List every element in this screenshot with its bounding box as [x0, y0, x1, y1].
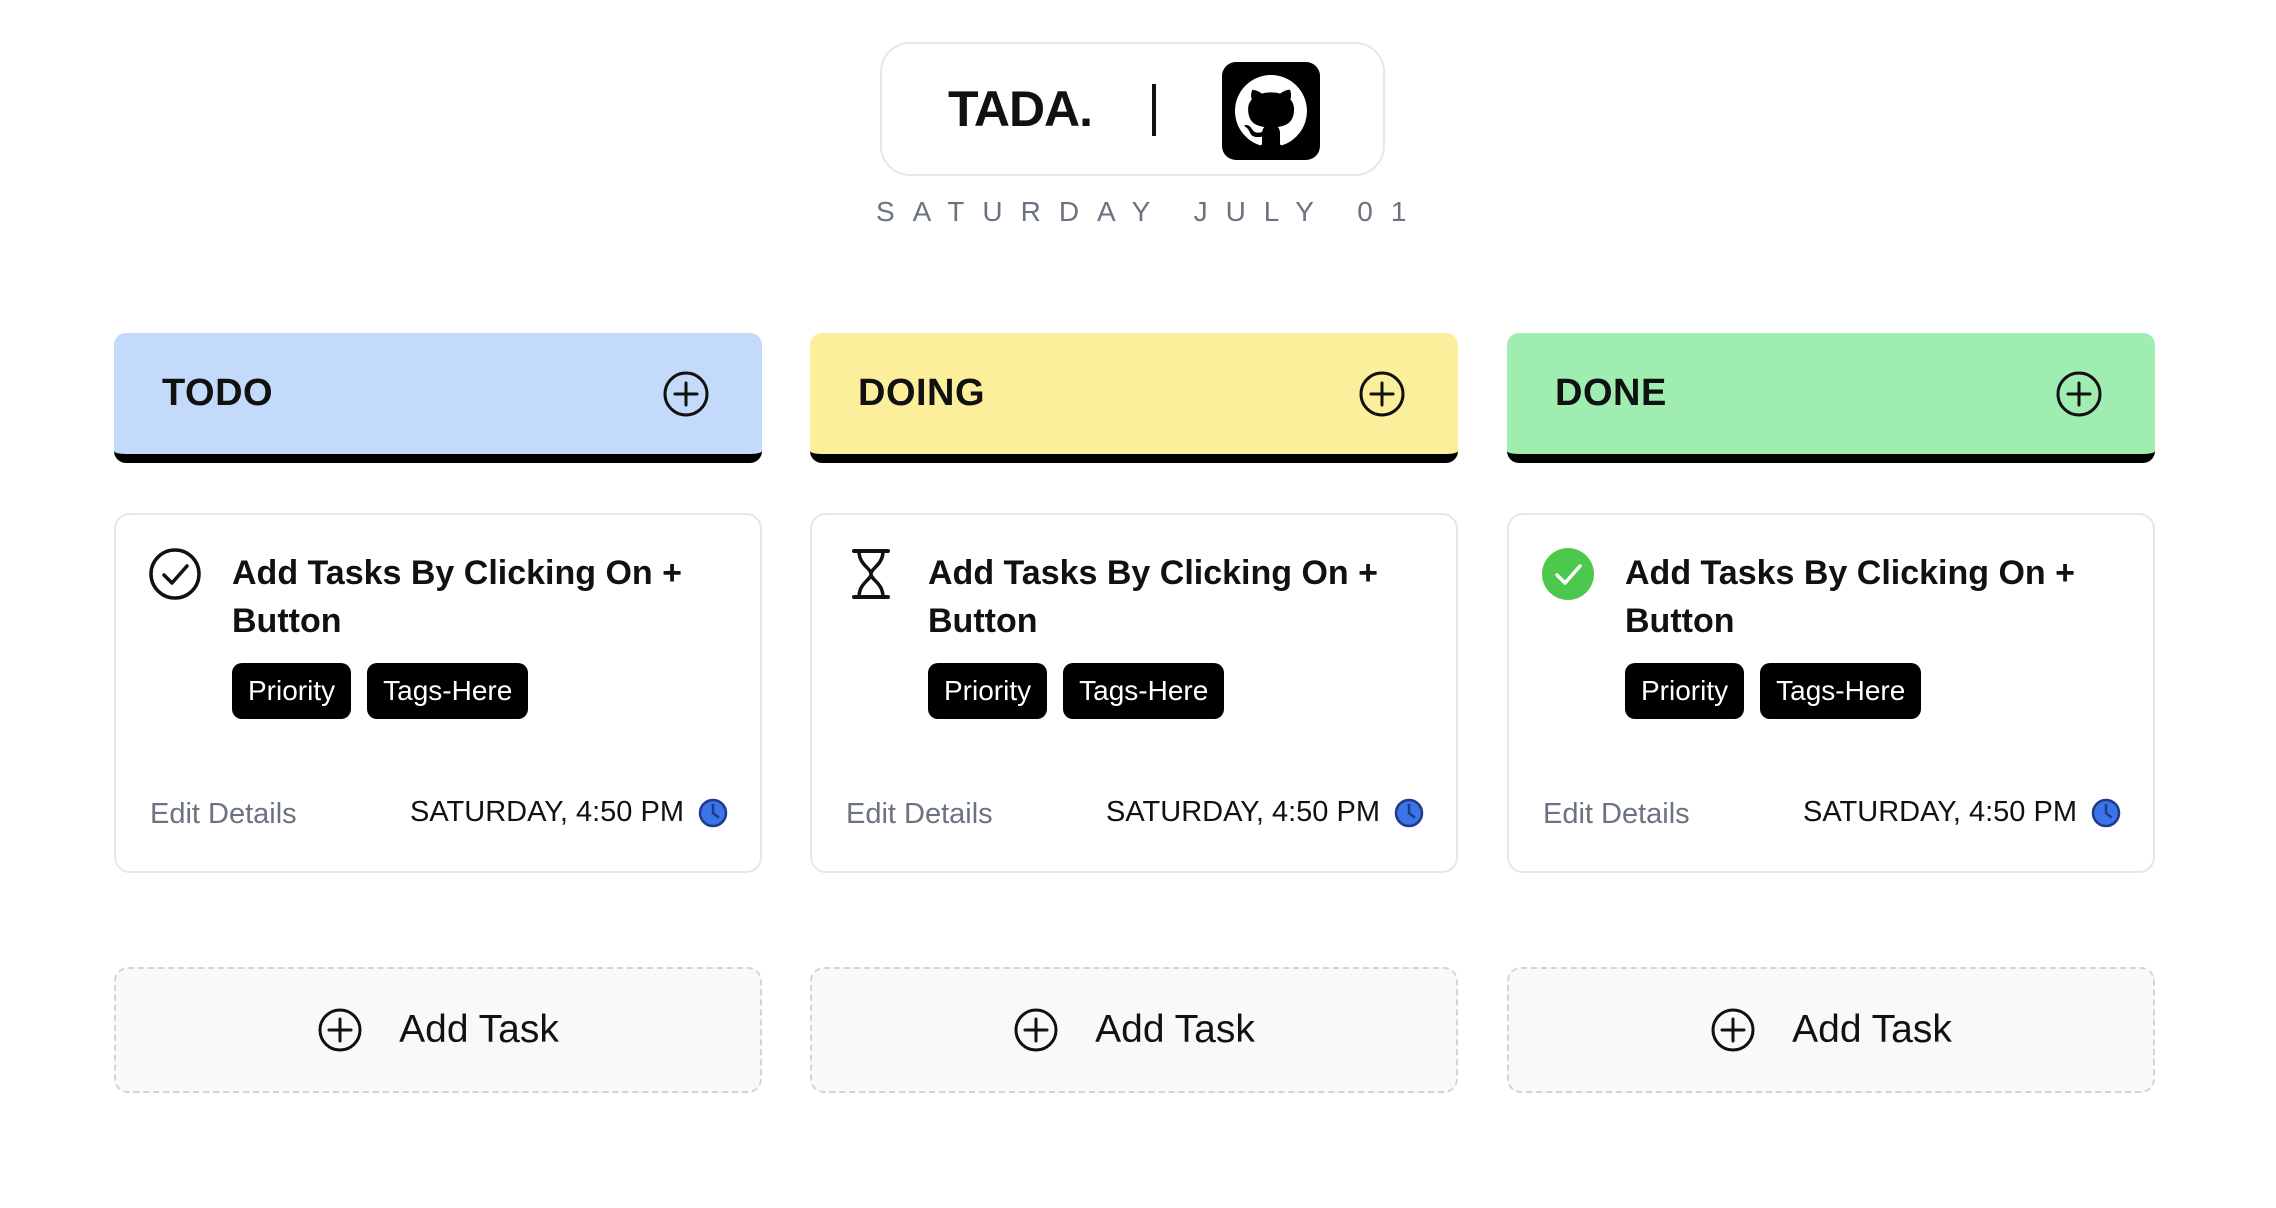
add-task-label: Add Task	[1792, 1008, 1952, 1051]
column-title: TODO	[162, 372, 274, 414]
column-title: DONE	[1555, 372, 1667, 414]
task-title: Add Tasks By Clicking On + Button	[928, 554, 1378, 640]
plus-circle-icon	[1710, 1007, 1756, 1053]
clock-icon	[1394, 798, 1424, 828]
add-task-label: Add Task	[399, 1008, 559, 1051]
clock-icon	[698, 798, 728, 828]
timestamp-text: SATURDAY, 4:50 PM	[1106, 796, 1380, 828]
column-doing: DOING Add Tasks By Clicking On + Button …	[810, 333, 1458, 1093]
check-circle-outline-icon[interactable]	[148, 547, 202, 601]
task-card[interactable]: Add Tasks By Clicking On + Button Priori…	[1507, 513, 2155, 873]
column-header-doing: DOING	[810, 333, 1458, 463]
column-title: DOING	[858, 372, 986, 414]
task-tags: Priority Tags-Here	[232, 663, 529, 719]
column-done: DONE Add Tasks By Clicking On + Button P…	[1507, 333, 2155, 1093]
plus-circle-icon[interactable]	[2055, 370, 2103, 418]
task-tags: Priority Tags-Here	[1625, 663, 1922, 719]
app-title: TADA.	[948, 81, 1093, 137]
current-date: SATURDAY JULY 01	[876, 196, 1425, 227]
add-task-button[interactable]: Add Task	[114, 967, 762, 1093]
column-todo: TODO Add Tasks By Clicking On + Button P…	[114, 333, 762, 1093]
priority-tag[interactable]: Priority	[1625, 663, 1745, 719]
task-timestamp: SATURDAY, 4:50 PM	[410, 796, 728, 829]
task-timestamp: SATURDAY, 4:50 PM	[1803, 796, 2121, 829]
add-task-label: Add Task	[1095, 1008, 1255, 1051]
task-title: Add Tasks By Clicking On + Button	[232, 554, 682, 640]
github-icon[interactable]	[1222, 62, 1320, 160]
task-title: Add Tasks By Clicking On + Button	[1625, 554, 2075, 640]
task-card[interactable]: Add Tasks By Clicking On + Button Priori…	[810, 513, 1458, 873]
edit-details-link[interactable]: Edit Details	[150, 798, 297, 831]
column-header-done: DONE	[1507, 333, 2155, 463]
clock-icon	[2091, 798, 2121, 828]
task-tags: Priority Tags-Here	[928, 663, 1225, 719]
brand-separator	[1152, 84, 1156, 136]
task-timestamp: SATURDAY, 4:50 PM	[1106, 796, 1424, 829]
priority-tag[interactable]: Priority	[232, 663, 352, 719]
plus-circle-icon[interactable]	[1358, 370, 1406, 418]
edit-details-link[interactable]: Edit Details	[1543, 798, 1690, 831]
check-circle-filled-icon[interactable]	[1541, 547, 1595, 601]
brand-box: TADA.	[880, 42, 1385, 176]
plus-circle-icon	[1013, 1007, 1059, 1053]
tags-tag[interactable]: Tags-Here	[1760, 663, 1922, 719]
plus-circle-icon	[317, 1007, 363, 1053]
plus-circle-icon[interactable]	[662, 370, 710, 418]
column-header-todo: TODO	[114, 333, 762, 463]
timestamp-text: SATURDAY, 4:50 PM	[410, 796, 684, 828]
tags-tag[interactable]: Tags-Here	[1063, 663, 1225, 719]
priority-tag[interactable]: Priority	[928, 663, 1048, 719]
edit-details-link[interactable]: Edit Details	[846, 798, 993, 831]
hourglass-icon[interactable]	[844, 547, 898, 601]
tags-tag[interactable]: Tags-Here	[367, 663, 529, 719]
timestamp-text: SATURDAY, 4:50 PM	[1803, 796, 2077, 828]
task-card[interactable]: Add Tasks By Clicking On + Button Priori…	[114, 513, 762, 873]
add-task-button[interactable]: Add Task	[1507, 967, 2155, 1093]
add-task-button[interactable]: Add Task	[810, 967, 1458, 1093]
